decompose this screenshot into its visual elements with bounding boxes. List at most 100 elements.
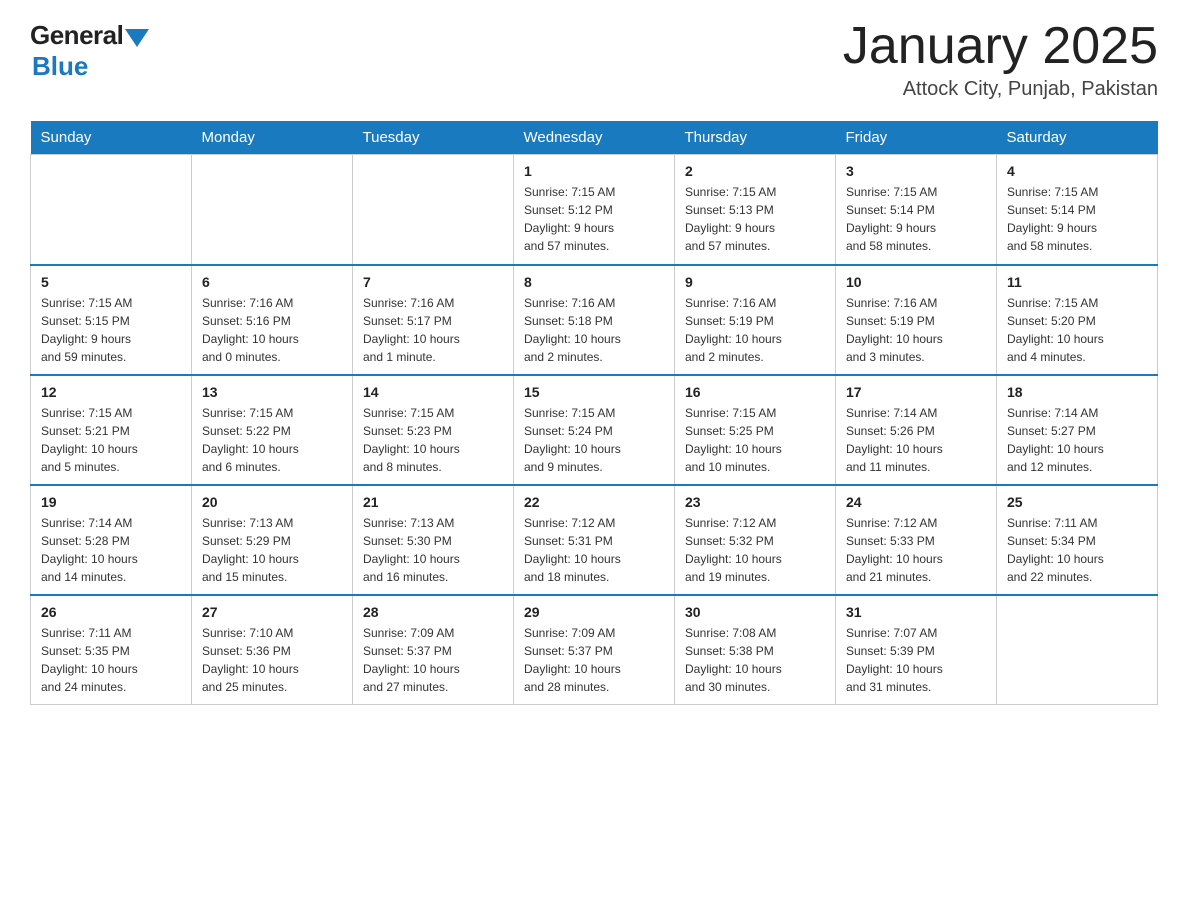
day-number: 4 xyxy=(1007,163,1147,179)
day-number: 27 xyxy=(202,604,342,620)
col-header-thursday: Thursday xyxy=(675,121,836,155)
day-info: Sunrise: 7:09 AM Sunset: 5:37 PM Dayligh… xyxy=(524,624,664,696)
calendar-week-row: 19 Sunrise: 7:14 AM Sunset: 5:28 PM Dayli… xyxy=(31,485,1158,595)
col-header-sunday: Sunday xyxy=(31,121,192,155)
calendar-cell xyxy=(353,155,514,265)
day-info: Sunrise: 7:15 AM Sunset: 5:25 PM Dayligh… xyxy=(685,404,825,476)
day-info: Sunrise: 7:15 AM Sunset: 5:21 PM Dayligh… xyxy=(41,404,181,476)
day-info: Sunrise: 7:16 AM Sunset: 5:18 PM Dayligh… xyxy=(524,294,664,366)
calendar-cell: 23 Sunrise: 7:12 AM Sunset: 5:32 PM Dayli… xyxy=(675,485,836,595)
day-number: 13 xyxy=(202,384,342,400)
day-info: Sunrise: 7:14 AM Sunset: 5:28 PM Dayligh… xyxy=(41,514,181,586)
day-number: 25 xyxy=(1007,494,1147,510)
calendar-week-row: 1 Sunrise: 7:15 AM Sunset: 5:12 PM Daylig… xyxy=(31,155,1158,265)
calendar-header-row: SundayMondayTuesdayWednesdayThursdayFrid… xyxy=(31,121,1158,155)
day-info: Sunrise: 7:12 AM Sunset: 5:33 PM Dayligh… xyxy=(846,514,986,586)
col-header-tuesday: Tuesday xyxy=(353,121,514,155)
day-info: Sunrise: 7:12 AM Sunset: 5:31 PM Dayligh… xyxy=(524,514,664,586)
calendar-cell: 26Sunrise: 7:11 AM Sunset: 5:35 PM Dayli… xyxy=(31,595,192,705)
logo-blue-text: Blue xyxy=(32,51,88,82)
calendar-cell: 5 Sunrise: 7:15 AM Sunset: 5:15 PM Daylig… xyxy=(31,265,192,375)
calendar-cell: 7 Sunrise: 7:16 AM Sunset: 5:17 PM Daylig… xyxy=(353,265,514,375)
day-info: Sunrise: 7:12 AM Sunset: 5:32 PM Dayligh… xyxy=(685,514,825,586)
header-title-section: January 2025 Attock City, Punjab, Pakist… xyxy=(843,20,1158,101)
day-info: Sunrise: 7:14 AM Sunset: 5:27 PM Dayligh… xyxy=(1007,404,1147,476)
day-number: 12 xyxy=(41,384,181,400)
day-info: Sunrise: 7:15 AM Sunset: 5:14 PM Dayligh… xyxy=(1007,183,1147,255)
day-info: Sunrise: 7:08 AM Sunset: 5:38 PM Dayligh… xyxy=(685,624,825,696)
day-info: Sunrise: 7:11 AM Sunset: 5:35 PM Dayligh… xyxy=(41,624,181,696)
day-number: 11 xyxy=(1007,274,1147,290)
day-number: 9 xyxy=(685,274,825,290)
day-number: 28 xyxy=(363,604,503,620)
day-info: Sunrise: 7:15 AM Sunset: 5:20 PM Dayligh… xyxy=(1007,294,1147,366)
calendar-cell: 11 Sunrise: 7:15 AM Sunset: 5:20 PM Dayli… xyxy=(997,265,1158,375)
calendar-cell: 9 Sunrise: 7:16 AM Sunset: 5:19 PM Daylig… xyxy=(675,265,836,375)
calendar-cell: 16Sunrise: 7:15 AM Sunset: 5:25 PM Dayli… xyxy=(675,375,836,485)
calendar-week-row: 12 Sunrise: 7:15 AM Sunset: 5:21 PM Dayli… xyxy=(31,375,1158,485)
calendar-cell xyxy=(192,155,353,265)
calendar-cell: 18Sunrise: 7:14 AM Sunset: 5:27 PM Dayli… xyxy=(997,375,1158,485)
day-info: Sunrise: 7:15 AM Sunset: 5:15 PM Dayligh… xyxy=(41,294,181,366)
calendar-cell: 13 Sunrise: 7:15 AM Sunset: 5:22 PM Dayli… xyxy=(192,375,353,485)
calendar-cell: 21Sunrise: 7:13 AM Sunset: 5:30 PM Dayli… xyxy=(353,485,514,595)
day-number: 1 xyxy=(524,163,664,179)
day-number: 2 xyxy=(685,163,825,179)
day-number: 8 xyxy=(524,274,664,290)
day-info: Sunrise: 7:16 AM Sunset: 5:17 PM Dayligh… xyxy=(363,294,503,366)
calendar-cell: 3Sunrise: 7:15 AM Sunset: 5:14 PM Daylig… xyxy=(836,155,997,265)
calendar-cell xyxy=(997,595,1158,705)
calendar-cell: 15Sunrise: 7:15 AM Sunset: 5:24 PM Dayli… xyxy=(514,375,675,485)
day-info: Sunrise: 7:15 AM Sunset: 5:22 PM Dayligh… xyxy=(202,404,342,476)
logo-arrow-icon xyxy=(125,29,149,47)
calendar-cell: 12 Sunrise: 7:15 AM Sunset: 5:21 PM Dayli… xyxy=(31,375,192,485)
day-info: Sunrise: 7:16 AM Sunset: 5:16 PM Dayligh… xyxy=(202,294,342,366)
page-header: General Blue January 2025 Attock City, P… xyxy=(30,20,1158,101)
day-info: Sunrise: 7:07 AM Sunset: 5:39 PM Dayligh… xyxy=(846,624,986,696)
day-info: Sunrise: 7:15 AM Sunset: 5:12 PM Dayligh… xyxy=(524,183,664,255)
calendar-week-row: 5 Sunrise: 7:15 AM Sunset: 5:15 PM Daylig… xyxy=(31,265,1158,375)
day-info: Sunrise: 7:13 AM Sunset: 5:30 PM Dayligh… xyxy=(363,514,503,586)
calendar-cell: 27 Sunrise: 7:10 AM Sunset: 5:36 PM Dayli… xyxy=(192,595,353,705)
calendar-cell: 6Sunrise: 7:16 AM Sunset: 5:16 PM Daylig… xyxy=(192,265,353,375)
calendar-cell: 20 Sunrise: 7:13 AM Sunset: 5:29 PM Dayli… xyxy=(192,485,353,595)
day-number: 19 xyxy=(41,494,181,510)
calendar-cell: 17 Sunrise: 7:14 AM Sunset: 5:26 PM Dayli… xyxy=(836,375,997,485)
calendar-cell: 4 Sunrise: 7:15 AM Sunset: 5:14 PM Daylig… xyxy=(997,155,1158,265)
day-info: Sunrise: 7:15 AM Sunset: 5:14 PM Dayligh… xyxy=(846,183,986,255)
day-info: Sunrise: 7:14 AM Sunset: 5:26 PM Dayligh… xyxy=(846,404,986,476)
day-info: Sunrise: 7:16 AM Sunset: 5:19 PM Dayligh… xyxy=(685,294,825,366)
month-title: January 2025 xyxy=(843,20,1158,72)
calendar-cell: 10 Sunrise: 7:16 AM Sunset: 5:19 PM Dayli… xyxy=(836,265,997,375)
day-number: 15 xyxy=(524,384,664,400)
day-number: 14 xyxy=(363,384,503,400)
calendar-cell: 24 Sunrise: 7:12 AM Sunset: 5:33 PM Dayli… xyxy=(836,485,997,595)
calendar-week-row: 26Sunrise: 7:11 AM Sunset: 5:35 PM Dayli… xyxy=(31,595,1158,705)
calendar-cell: 2 Sunrise: 7:15 AM Sunset: 5:13 PM Daylig… xyxy=(675,155,836,265)
day-info: Sunrise: 7:15 AM Sunset: 5:23 PM Dayligh… xyxy=(363,404,503,476)
calendar-cell: 19 Sunrise: 7:14 AM Sunset: 5:28 PM Dayli… xyxy=(31,485,192,595)
calendar-cell: 25 Sunrise: 7:11 AM Sunset: 5:34 PM Dayli… xyxy=(997,485,1158,595)
calendar-cell: 14 Sunrise: 7:15 AM Sunset: 5:23 PM Dayli… xyxy=(353,375,514,485)
day-info: Sunrise: 7:10 AM Sunset: 5:36 PM Dayligh… xyxy=(202,624,342,696)
calendar-cell: 29Sunrise: 7:09 AM Sunset: 5:37 PM Dayli… xyxy=(514,595,675,705)
day-info: Sunrise: 7:11 AM Sunset: 5:34 PM Dayligh… xyxy=(1007,514,1147,586)
day-number: 22 xyxy=(524,494,664,510)
day-info: Sunrise: 7:16 AM Sunset: 5:19 PM Dayligh… xyxy=(846,294,986,366)
day-info: Sunrise: 7:13 AM Sunset: 5:29 PM Dayligh… xyxy=(202,514,342,586)
day-number: 5 xyxy=(41,274,181,290)
location-text: Attock City, Punjab, Pakistan xyxy=(843,78,1158,101)
day-info: Sunrise: 7:09 AM Sunset: 5:37 PM Dayligh… xyxy=(363,624,503,696)
col-header-saturday: Saturday xyxy=(997,121,1158,155)
calendar-cell: 8 Sunrise: 7:16 AM Sunset: 5:18 PM Daylig… xyxy=(514,265,675,375)
col-header-monday: Monday xyxy=(192,121,353,155)
day-info: Sunrise: 7:15 AM Sunset: 5:13 PM Dayligh… xyxy=(685,183,825,255)
day-number: 20 xyxy=(202,494,342,510)
day-number: 17 xyxy=(846,384,986,400)
day-number: 7 xyxy=(363,274,503,290)
day-number: 24 xyxy=(846,494,986,510)
day-number: 30 xyxy=(685,604,825,620)
day-number: 23 xyxy=(685,494,825,510)
day-number: 31 xyxy=(846,604,986,620)
day-number: 10 xyxy=(846,274,986,290)
